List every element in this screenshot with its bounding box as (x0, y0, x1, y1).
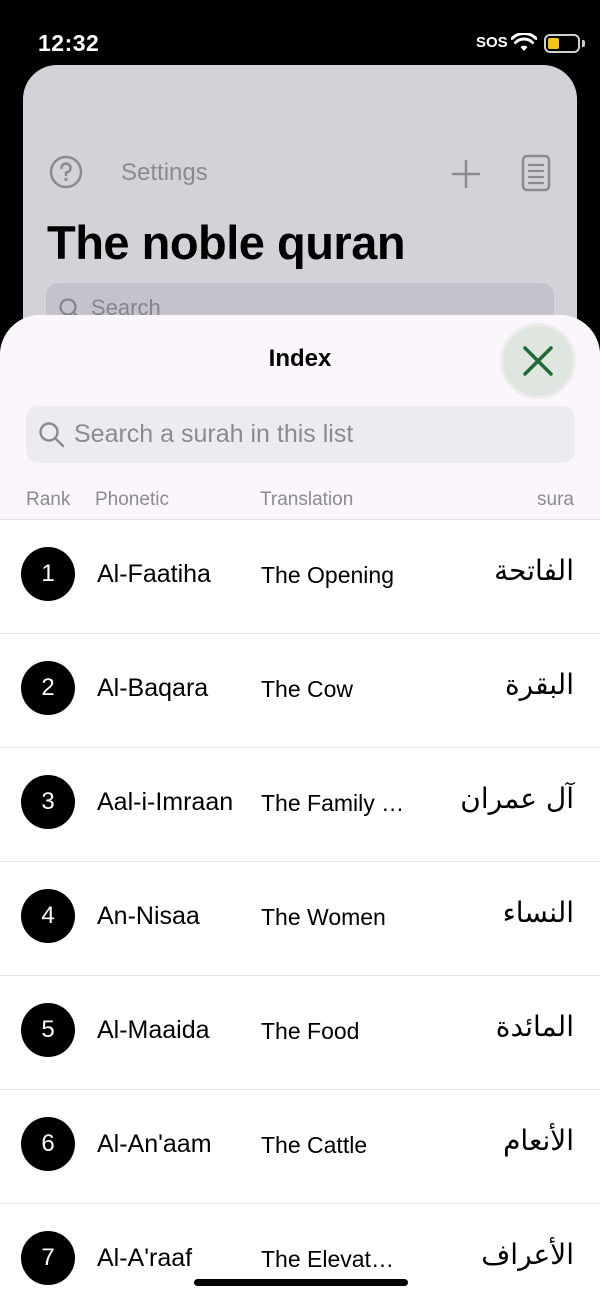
rank-badge: 6 (21, 1117, 75, 1171)
surah-translation: The Cattle (261, 1132, 368, 1158)
page-title: The noble quran (47, 216, 406, 269)
surah-phonetic: An-Nisaa (97, 902, 200, 930)
surah-phonetic: Al-An'aam (97, 1130, 212, 1158)
surah-search-field[interactable] (26, 406, 575, 463)
surah-row[interactable]: 4 An-Nisaa The Women النساء (0, 862, 600, 976)
home-indicator[interactable] (194, 1279, 408, 1286)
wifi-icon (511, 33, 537, 51)
column-header-rank: Rank (26, 489, 71, 510)
surah-phonetic: Al-A'raaf (97, 1244, 193, 1272)
column-header-translation: Translation (260, 489, 354, 510)
surah-row[interactable]: 5 Al-Maaida The Food المائدة (0, 976, 600, 1090)
rank-badge: 5 (21, 1003, 75, 1057)
surah-phonetic: Al-Faatiha (97, 560, 211, 588)
surah-row[interactable]: 6 Al-An'aam The Cattle الأنعام (0, 1090, 600, 1204)
column-header-sura: sura (537, 489, 574, 510)
surah-arabic: البقرة (504, 668, 574, 701)
surah-row[interactable]: 2 Al-Baqara The Cow البقرة (0, 634, 600, 748)
column-header-phonetic: Phonetic (95, 489, 169, 510)
index-sheet: Index Rank Phonetic Translation sura 1 A… (0, 315, 600, 1300)
surah-arabic: النساء (502, 896, 574, 929)
surah-translation: The Women (261, 904, 386, 930)
surah-translation: The Elevated Places (261, 1246, 406, 1272)
surah-translation: The Food (261, 1018, 360, 1044)
close-icon (523, 346, 553, 376)
surah-translation: The Cow (261, 676, 354, 702)
battery-level (548, 38, 559, 49)
sos-indicator: SOS (476, 34, 508, 51)
battery-icon (544, 34, 580, 53)
sheet-header: Index Rank Phonetic Translation sura (0, 315, 600, 520)
rank-badge: 7 (21, 1231, 75, 1285)
surah-phonetic: Aal-i-Imraan (97, 788, 234, 816)
rank-badge: 1 (21, 547, 75, 601)
surah-row[interactable]: 1 Al-Faatiha The Opening الفاتحة (0, 520, 600, 634)
surah-arabic: الأنعام (503, 1124, 574, 1157)
rank-badge: 4 (21, 889, 75, 943)
close-button[interactable] (503, 326, 573, 396)
surah-arabic: آل عمران (460, 782, 574, 815)
help-icon[interactable] (49, 155, 83, 189)
surah-arabic: الفاتحة (494, 554, 574, 587)
notes-icon[interactable] (521, 154, 551, 192)
surah-translation: The Opening (261, 562, 394, 588)
rank-badge: 2 (21, 661, 75, 715)
battery-cap (582, 40, 585, 47)
search-icon (39, 422, 65, 448)
surah-search-input[interactable] (74, 418, 554, 450)
rank-badge: 3 (21, 775, 75, 829)
settings-button[interactable]: Settings (121, 159, 208, 187)
surah-phonetic: Al-Baqara (97, 674, 209, 702)
plus-icon[interactable] (451, 159, 481, 189)
status-time: 12:32 (38, 30, 100, 56)
surah-row[interactable]: 3 Aal-i-Imraan The Family of Imraan آل ع… (0, 748, 600, 862)
surah-arabic: الأعراف (481, 1238, 574, 1271)
surah-arabic: المائدة (495, 1010, 574, 1043)
surah-translation: The Family of Imraan (261, 790, 406, 816)
surah-list: 1 Al-Faatiha The Opening الفاتحة 2 Al-Ba… (0, 520, 600, 1300)
surah-phonetic: Al-Maaida (97, 1016, 210, 1044)
status-bar: 12:32 SOS (0, 0, 600, 62)
